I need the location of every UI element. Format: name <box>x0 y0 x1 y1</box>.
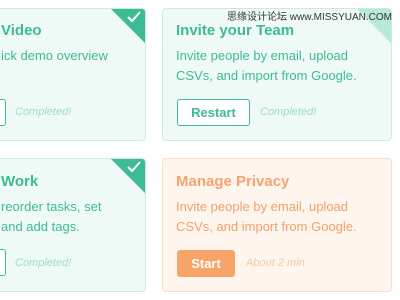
card-description-line: Invite people by email, upload <box>176 199 349 214</box>
card-description-line: CSVs, and import from Google. <box>176 219 357 234</box>
restart-button[interactable]: Restart <box>177 99 250 126</box>
card-description: Invite people by email, upload CSVs, and… <box>176 197 357 237</box>
card-status: About 2 min <box>246 257 305 269</box>
task-card-work: Work reorder tasks, set and add tags. Co… <box>0 158 146 292</box>
card-title: Video <box>1 22 42 39</box>
task-card-video: Video ick demo overview Completed! <box>0 8 146 141</box>
task-card-manage-privacy: Manage Privacy Invite people by email, u… <box>162 158 392 292</box>
checkmark-icon <box>127 11 141 23</box>
card-description-line: Invite people by email, upload <box>176 48 349 63</box>
card-description: ick demo overview <box>1 46 108 66</box>
card-title: Work <box>1 173 39 190</box>
card-description-line: reorder tasks, set <box>1 199 102 214</box>
card-description-line: CSVs, and import from Google. <box>176 68 357 83</box>
card-status: Completed! <box>260 106 317 118</box>
card-status: Completed! <box>15 106 72 118</box>
card-title: Manage Privacy <box>176 173 290 190</box>
card-description-line: ick demo overview <box>1 48 108 63</box>
start-button[interactable]: Start <box>177 250 235 277</box>
watermark-text: 思缘设计论坛 www.MISSYUAN.COM <box>226 12 392 23</box>
card-description: Invite people by email, upload CSVs, and… <box>176 46 357 86</box>
card-title: Invite your Team <box>176 22 295 39</box>
card-description-line: and add tags. <box>1 219 80 234</box>
task-card-invite-team: Invite your Team Invite people by email,… <box>162 8 392 141</box>
card-action-button[interactable] <box>0 99 6 126</box>
checkmark-icon <box>127 161 141 173</box>
card-description: reorder tasks, set and add tags. <box>1 197 101 237</box>
card-status: Completed! <box>15 257 72 269</box>
card-action-button[interactable] <box>0 249 6 276</box>
